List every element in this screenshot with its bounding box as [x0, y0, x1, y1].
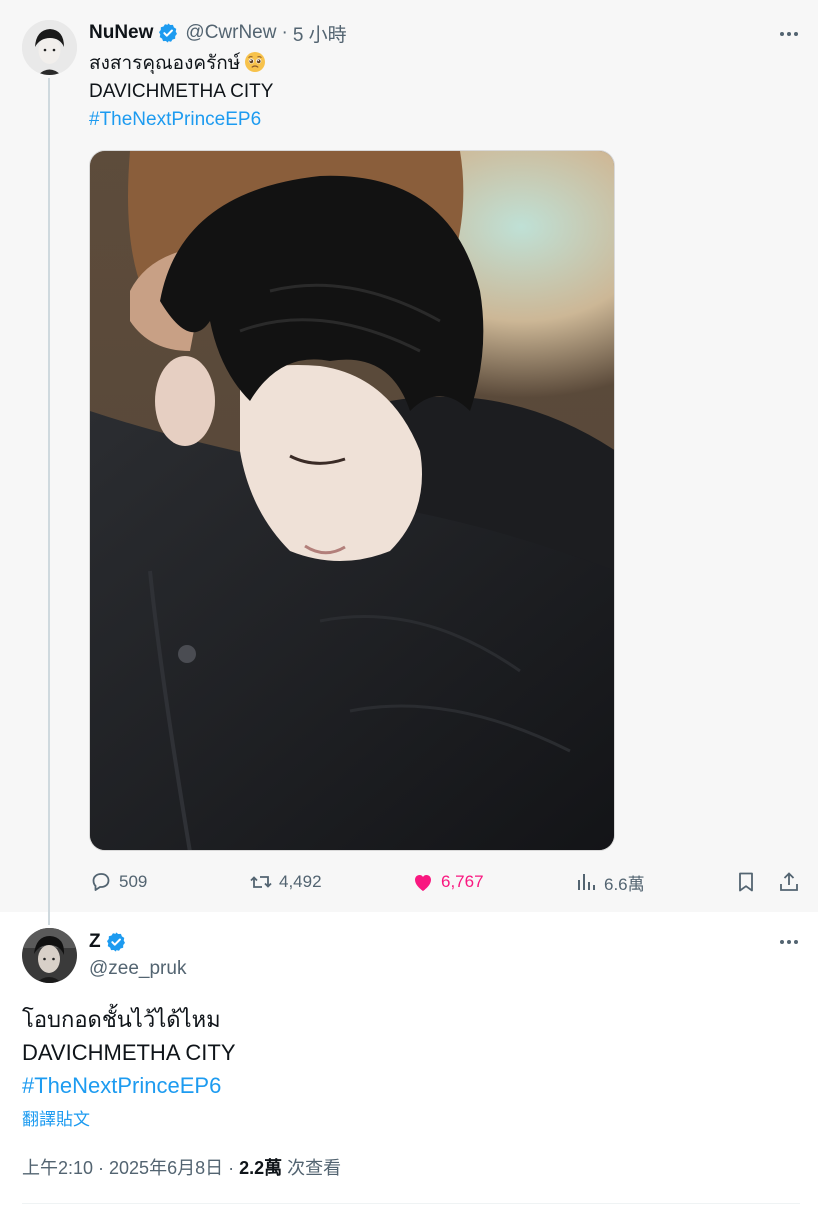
- main-hashtag-link[interactable]: #TheNextPrinceEP6: [22, 1069, 236, 1102]
- main-tweet-text: โอบกอดชั้นไว้ได้ไหม DAVICHMETHA CITY #Th…: [22, 1003, 236, 1102]
- parent-text-line: สงสารคุณองครักษ์: [89, 53, 241, 74]
- divider: [22, 1203, 800, 1204]
- verified-badge-icon[interactable]: [157, 22, 179, 44]
- thread-connector-line: [48, 78, 50, 925]
- parent-hashtag-link[interactable]: #TheNextPrinceEP6: [89, 106, 273, 134]
- view-count: 6.6萬: [604, 874, 645, 894]
- parent-author-name[interactable]: NuNew: [89, 22, 153, 44]
- views-icon: [578, 874, 595, 890]
- bookmark-icon: [739, 872, 753, 892]
- main-author-handle[interactable]: @zee_pruk: [89, 958, 186, 980]
- parent-tweet-actions: 509 4,492 6,767 6.6萬: [89, 866, 804, 898]
- parent-tweet[interactable]: NuNew @CwrNew · 5 小時 สงสารคุณองครักษ์ DA…: [0, 0, 818, 925]
- like-count: 6,767: [441, 872, 484, 891]
- retweet-count: 4,492: [279, 872, 322, 891]
- translate-post-link[interactable]: 翻譯貼文: [22, 1105, 90, 1130]
- tweet-view-count: 2.2萬: [239, 1158, 283, 1178]
- meta-separator: ·: [223, 1158, 240, 1178]
- retweet-icon: [250, 876, 272, 888]
- bookmark-button[interactable]: [734, 866, 764, 898]
- parent-tweet-time[interactable]: 5 小時: [293, 20, 347, 47]
- more-icon[interactable]: [777, 22, 801, 46]
- main-author-avatar[interactable]: [22, 928, 77, 983]
- tweet-timestamp[interactable]: 上午2:10 · 2025年6月8日: [22, 1158, 223, 1178]
- parent-author-handle[interactable]: @CwrNew: [185, 22, 276, 44]
- main-tweet-header: Z: [89, 929, 133, 955]
- retweet-button[interactable]: 4,492: [249, 866, 322, 898]
- reply-count: 509: [119, 872, 148, 891]
- main-author-name[interactable]: Z: [89, 931, 101, 953]
- parent-tweet-text: สงสารคุณองครักษ์ DAVICHMETHA CITY #TheNe…: [89, 50, 273, 134]
- tweet-meta: 上午2:10 · 2025年6月8日 · 2.2萬 次查看: [22, 1154, 341, 1180]
- reply-icon: [92, 873, 110, 891]
- parent-tweet-header: NuNew @CwrNew · 5 小時: [89, 20, 347, 46]
- share-icon: [780, 872, 798, 891]
- like-button[interactable]: 6,767: [411, 866, 484, 898]
- views-suffix: 次查看: [282, 1158, 342, 1178]
- heart-icon: [415, 875, 431, 891]
- parent-text-line: DAVICHMETHA CITY: [89, 81, 274, 102]
- header-separator: ·: [281, 22, 288, 43]
- pleading-face-emoji-icon: [244, 51, 266, 73]
- verified-badge-icon[interactable]: [105, 931, 127, 953]
- main-text-line: โอบกอดชั้นไว้ได้ไหม: [22, 1007, 221, 1032]
- parent-author-avatar[interactable]: [22, 20, 77, 75]
- more-icon[interactable]: [777, 930, 801, 954]
- views-button[interactable]: 6.6萬: [574, 866, 645, 898]
- tweet-photo[interactable]: [89, 150, 615, 851]
- reply-button[interactable]: 509: [89, 866, 147, 898]
- main-text-line: DAVICHMETHA CITY: [22, 1040, 236, 1065]
- share-button[interactable]: [777, 866, 807, 898]
